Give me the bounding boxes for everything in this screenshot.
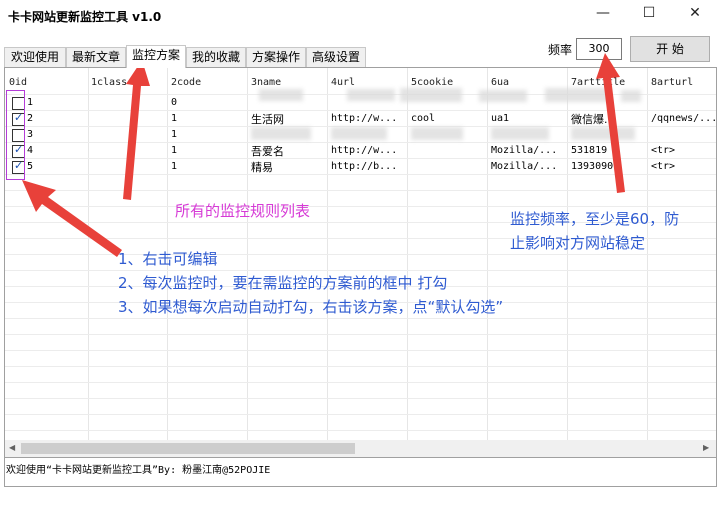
redacted-block bbox=[479, 90, 527, 102]
row-3-code: 1 bbox=[171, 129, 178, 140]
column-header-url[interactable]: 4url bbox=[331, 77, 355, 88]
frequency-input[interactable]: 300 bbox=[576, 38, 622, 60]
redacted-block bbox=[259, 89, 303, 101]
row-5-ua: Mozilla/... bbox=[491, 161, 558, 172]
tab-favorites[interactable]: 我的收藏 bbox=[186, 47, 246, 67]
redacted-block bbox=[411, 127, 463, 140]
redacted-block bbox=[621, 90, 641, 102]
tab-latest-articles[interactable]: 最新文章 bbox=[66, 47, 126, 67]
column-header-arttitle[interactable]: 7arttitle bbox=[571, 77, 625, 88]
scroll-right-icon[interactable]: ▶ bbox=[703, 443, 709, 452]
row-5-url: http://b... bbox=[331, 161, 398, 172]
row-3-id: 3 bbox=[27, 129, 34, 140]
row-2-arttitle: 微信爆... bbox=[571, 113, 615, 126]
plan-table: 0id 1class 2code 3name 4url 5cookie 6ua … bbox=[4, 67, 717, 458]
tab-monitor-plans[interactable]: 监控方案 bbox=[126, 45, 186, 68]
column-header-arturl[interactable]: 8arturl bbox=[651, 77, 693, 88]
row-2-id: 2 bbox=[27, 113, 34, 124]
row-2-code: 1 bbox=[171, 113, 178, 124]
row-5-id: 5 bbox=[27, 161, 34, 172]
column-header-ua[interactable]: 6ua bbox=[491, 77, 509, 88]
row-4-arturl: <tr> bbox=[651, 145, 676, 156]
tab-advanced-settings[interactable]: 高级设置 bbox=[306, 47, 366, 67]
column-header-class[interactable]: 1class bbox=[91, 77, 127, 88]
rules-list-note: 所有的监控规则列表 bbox=[175, 202, 311, 220]
row-1-code: 0 bbox=[171, 97, 178, 108]
redacted-block bbox=[400, 88, 462, 102]
horizontal-scrollbar[interactable]: ◀ ▶ bbox=[5, 440, 716, 457]
row-5-arturl: <tr> bbox=[651, 161, 676, 172]
row-4-id: 4 bbox=[27, 145, 34, 156]
minimize-icon[interactable]: — bbox=[580, 0, 626, 28]
window-title: 卡卡网站更新监控工具 v1.0 bbox=[8, 10, 162, 24]
start-button[interactable]: 开 始 bbox=[630, 36, 710, 62]
row-4-name: 吾爱名 bbox=[251, 145, 284, 158]
column-header-name[interactable]: 3name bbox=[251, 77, 281, 88]
row-5-code: 1 bbox=[171, 161, 178, 172]
redacted-block bbox=[251, 127, 311, 140]
redacted-block bbox=[491, 127, 549, 140]
row-5-arttitle: 13930907 bbox=[571, 161, 620, 172]
redacted-block bbox=[331, 127, 387, 140]
row-2-cookie: cool bbox=[411, 113, 436, 124]
redacted-block bbox=[571, 127, 635, 140]
scrollbar-thumb[interactable] bbox=[21, 443, 355, 454]
row-2-name: 生活网 bbox=[251, 113, 284, 126]
tip-line-1: 1、右击可编辑 bbox=[118, 250, 218, 268]
redacted-block bbox=[545, 88, 611, 102]
scroll-left-icon[interactable]: ◀ bbox=[9, 443, 15, 452]
redacted-block bbox=[347, 89, 395, 101]
close-icon[interactable]: ✕ bbox=[672, 0, 718, 28]
frequency-note-line2: 止影响对方网站稳定 bbox=[510, 234, 646, 252]
row-1-id: 1 bbox=[27, 97, 34, 108]
checkbox-highlight bbox=[6, 90, 25, 180]
row-4-arttitle: 531819 bbox=[571, 145, 608, 156]
tab-welcome[interactable]: 欢迎使用 bbox=[4, 47, 66, 67]
tip-line-2: 2、每次监控时，要在需监控的方案前的框中 打勾 bbox=[118, 274, 448, 292]
row-4-code: 1 bbox=[171, 145, 178, 156]
title-bar: 卡卡网站更新监控工具 v1.0 — ☐ ✕ bbox=[0, 0, 719, 32]
column-header-code[interactable]: 2code bbox=[171, 77, 201, 88]
row-4-url: http://w... bbox=[331, 145, 398, 156]
maximize-icon[interactable]: ☐ bbox=[626, 0, 672, 28]
status-text: 欢迎使用“卡卡网站更新监控工具”By: 粉墨江南@52POJIE bbox=[6, 465, 271, 476]
row-2-url: http://w... bbox=[331, 113, 398, 124]
row-4-ua: Mozilla/... bbox=[491, 145, 558, 156]
column-header-id[interactable]: 0id bbox=[9, 77, 27, 88]
row-2-ua: ua1 bbox=[491, 113, 510, 124]
tab-plan-operations[interactable]: 方案操作 bbox=[246, 47, 306, 67]
row-2-arturl: /qqnews/... bbox=[651, 113, 718, 124]
status-bar: 欢迎使用“卡卡网站更新监控工具”By: 粉墨江南@52POJIE bbox=[4, 457, 717, 487]
frequency-label: 频率 bbox=[548, 43, 573, 57]
frequency-note-line1: 监控频率，至少是60，防 bbox=[510, 210, 680, 228]
column-header-cookie[interactable]: 5cookie bbox=[411, 77, 453, 88]
tip-line-3: 3、如果想每次启动自动打勾，右击该方案，点“默认勾选” bbox=[118, 298, 504, 316]
row-5-name: 精易 bbox=[251, 161, 273, 174]
